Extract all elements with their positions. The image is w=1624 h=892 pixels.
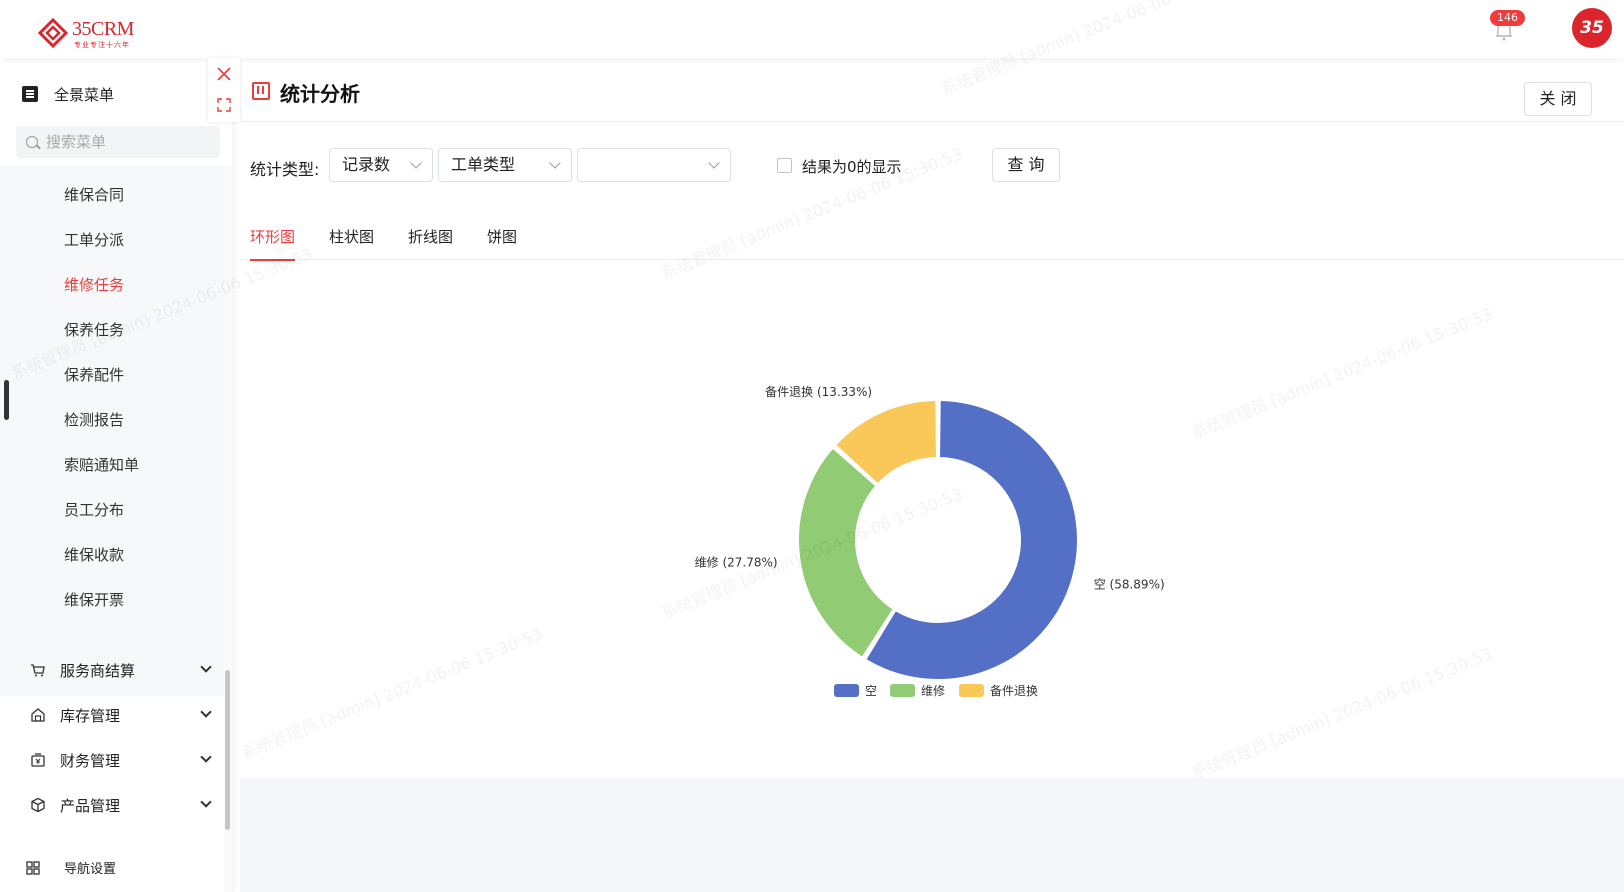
stat-type-value: 记录数 bbox=[342, 155, 391, 174]
sidebar-item-inspection-report[interactable]: 检测报告 bbox=[64, 409, 124, 430]
chevron-down-icon bbox=[200, 751, 212, 763]
tab-line[interactable]: 折线图 bbox=[408, 226, 453, 259]
chevron-down-icon bbox=[410, 157, 422, 169]
sidebar-group-label: 服务商结算 bbox=[60, 661, 136, 680]
brand-logo[interactable]: 35CRM 专业专注十六年 bbox=[38, 14, 148, 52]
chevron-down-icon bbox=[200, 661, 212, 673]
chevron-down-icon bbox=[200, 796, 212, 808]
menu-list-icon bbox=[22, 86, 38, 102]
close-icon[interactable] bbox=[216, 66, 232, 82]
slice-label-1: 维修 (27.78%) bbox=[695, 555, 778, 570]
sidebar-item-claim-notice[interactable]: 索赔通知单 bbox=[64, 454, 139, 475]
sidebar-item-upkeep-parts[interactable]: 保养配件 bbox=[64, 364, 124, 385]
group-field-select[interactable]: 工单类型 bbox=[438, 148, 572, 182]
chevron-down-icon bbox=[549, 157, 561, 169]
stat-type-select[interactable]: 记录数 bbox=[329, 148, 433, 182]
notification-badge[interactable]: 146 bbox=[1490, 10, 1525, 26]
top-header: 35CRM 专业专注十六年 146 35 bbox=[0, 0, 1624, 58]
menu-search-input[interactable] bbox=[46, 133, 196, 151]
user-avatar[interactable]: 35 bbox=[1572, 8, 1612, 48]
legend-label-0[interactable]: 空 bbox=[865, 684, 877, 698]
menu-search bbox=[16, 126, 220, 158]
panorama-menu-label: 全景菜单 bbox=[54, 85, 115, 104]
chevron-down-icon bbox=[708, 157, 720, 169]
grid-settings-icon bbox=[26, 860, 40, 875]
search-icon bbox=[26, 136, 38, 148]
tab-pie[interactable]: 饼图 bbox=[487, 226, 517, 259]
sidebar-group-label: 财务管理 bbox=[60, 751, 121, 770]
sidebar-group-label: 产品管理 bbox=[60, 796, 121, 815]
group-field-value: 工单类型 bbox=[451, 155, 516, 174]
tab-bar[interactable]: 柱状图 bbox=[329, 226, 374, 259]
active-indicator bbox=[4, 380, 9, 420]
filter-bar: 统计类型: 记录数 工单类型 结果为0的显示 查 询 bbox=[240, 148, 1624, 184]
sidebar-group-provider-settlement[interactable]: 服务商结算 bbox=[30, 658, 212, 682]
tab-donut[interactable]: 环形图 bbox=[250, 226, 296, 261]
statistics-panel: 统计分析 关 闭 统计类型: 记录数 工单类型 结果为0的显示 查 询 环形图 … bbox=[240, 58, 1624, 778]
logo-diamond-icon bbox=[38, 18, 68, 48]
donut-chart: 空 (58.89%) 维修 (27.78%) 备件退换 (13.33%) 空 维修 备件退… bbox=[695, 385, 1165, 698]
sidebar-group-inventory[interactable]: 库存管理 bbox=[30, 703, 212, 727]
stat-type-label: 统计类型: bbox=[250, 160, 320, 179]
query-button[interactable]: 查 询 bbox=[992, 148, 1060, 182]
slice-label-0: 空 (58.89%) bbox=[1094, 578, 1165, 592]
sidebar-item-upkeep-task[interactable]: 保养任务 bbox=[64, 319, 124, 340]
slice-label-2: 备件退换 (13.33%) bbox=[765, 385, 872, 399]
sidebar-item-work-order-dispatch[interactable]: 工单分派 bbox=[64, 229, 124, 250]
statistics-icon bbox=[252, 82, 270, 100]
warehouse-icon bbox=[31, 708, 45, 722]
legend-swatch-1[interactable] bbox=[890, 684, 915, 697]
legend-swatch-0[interactable] bbox=[834, 684, 859, 697]
chart-type-tabs: 环形图 柱状图 折线图 饼图 bbox=[240, 218, 1624, 261]
nav-settings[interactable]: 导航设置 bbox=[26, 858, 116, 877]
legend-swatch-2[interactable] bbox=[959, 684, 984, 697]
sidebar-item-maintenance-payment[interactable]: 维保收款 bbox=[64, 544, 124, 565]
nav-settings-label: 导航设置 bbox=[64, 862, 117, 877]
sidebar-group-product[interactable]: 产品管理 bbox=[30, 793, 212, 817]
panorama-menu[interactable]: 全景菜单 bbox=[22, 82, 114, 106]
logo-subtitle: 专业专注十六年 bbox=[74, 41, 130, 49]
sidebar-scrollbar-thumb[interactable] bbox=[225, 670, 230, 830]
finance-icon bbox=[31, 753, 45, 767]
sidebar-item-maintenance-contract[interactable]: 维保合同 bbox=[64, 184, 124, 205]
logo-text: 35CRM bbox=[72, 18, 134, 40]
cart-icon bbox=[31, 664, 45, 677]
legend-label-1[interactable]: 维修 bbox=[921, 683, 945, 698]
page-title: 统计分析 bbox=[280, 82, 360, 106]
show-zero-label[interactable]: 结果为0的显示 bbox=[802, 156, 902, 177]
sidebar-group-finance[interactable]: 财务管理 bbox=[30, 748, 212, 772]
sidebar: 全景菜单 维保合同 工单分派 维修任务 保养任务 保养配件 检测报告 索赔通知单… bbox=[0, 58, 232, 892]
show-zero-checkbox[interactable] bbox=[777, 158, 792, 173]
legend-label-2[interactable]: 备件退换 bbox=[990, 684, 1038, 698]
box-icon bbox=[31, 797, 45, 813]
sub-field-select[interactable] bbox=[577, 148, 731, 182]
chevron-down-icon bbox=[200, 706, 212, 718]
fullscreen-icon[interactable] bbox=[217, 98, 231, 112]
sidebar-item-maintenance-invoice[interactable]: 维保开票 bbox=[64, 589, 124, 610]
sidebar-item-staff-distribution[interactable]: 员工分布 bbox=[64, 499, 124, 520]
sidebar-item-repair-task[interactable]: 维修任务 bbox=[64, 274, 124, 295]
panel-header: 统计分析 关 闭 bbox=[240, 58, 1624, 122]
submenu-list: 维保合同 工单分派 维修任务 保养任务 保养配件 检测报告 索赔通知单 员工分布… bbox=[0, 166, 224, 696]
panel-window-controls bbox=[208, 58, 240, 122]
close-button[interactable]: 关 闭 bbox=[1524, 82, 1592, 116]
sidebar-group-label: 库存管理 bbox=[60, 706, 121, 725]
